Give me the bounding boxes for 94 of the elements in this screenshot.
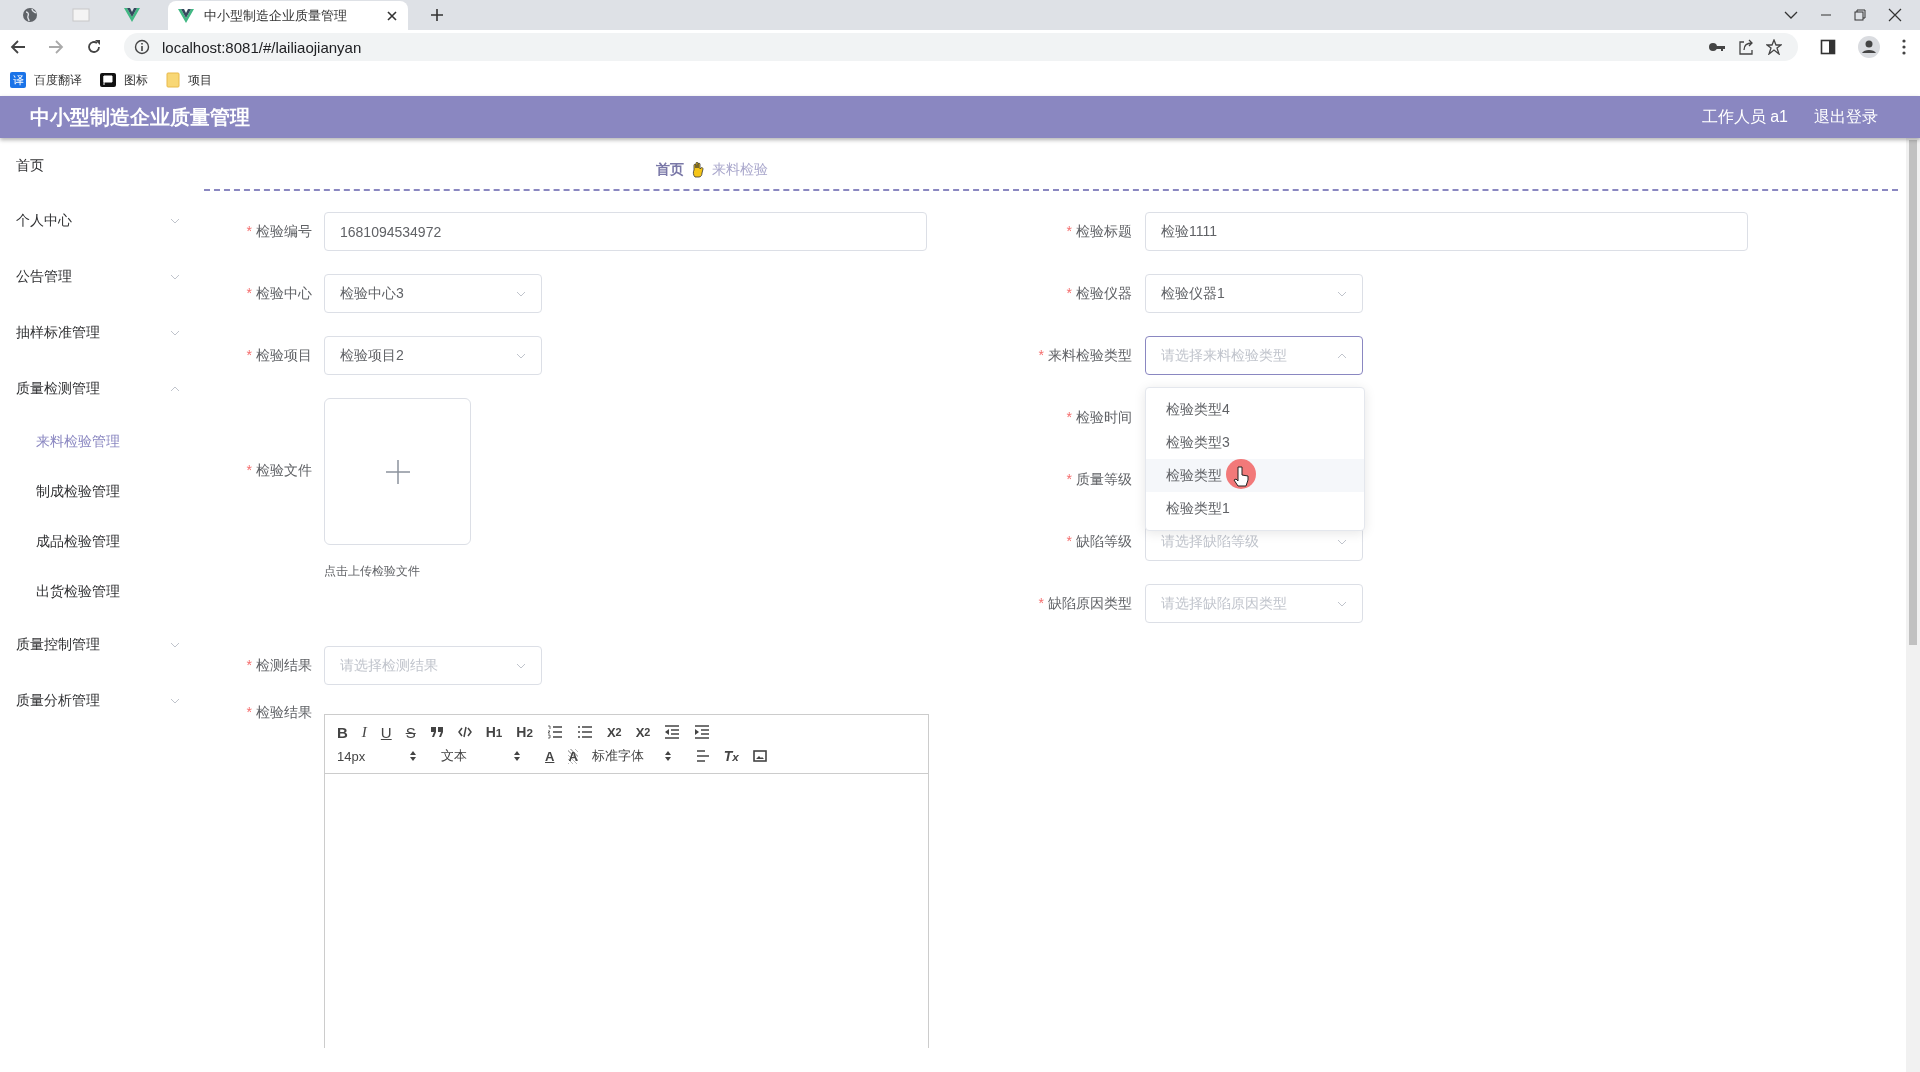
menu-item[interactable]: 质量检测管理 [0, 361, 190, 417]
menu-item[interactable]: 抽样标准管理 [0, 305, 190, 361]
share-icon[interactable] [1738, 39, 1754, 55]
up-down-arrows-icon [513, 750, 521, 762]
menu-item[interactable]: 个人中心 [0, 193, 190, 249]
field-label: * 来料检验类型 [1037, 346, 1132, 365]
submenu-item[interactable]: 来料检验管理 [0, 417, 190, 467]
scrollbar[interactable] [1906, 138, 1920, 1072]
field-label: * 缺陷等级 [1065, 532, 1132, 551]
field-label: * 检验标题 [1065, 222, 1132, 241]
globe-icon[interactable] [22, 7, 38, 23]
chevron-down-icon [516, 290, 526, 297]
quote-icon[interactable] [429, 726, 444, 738]
toolbar-dropdown[interactable]: 标准字体 [591, 747, 672, 765]
field-label: * 检验时间 [1065, 408, 1132, 427]
address-bar[interactable]: localhost:8081/#/lailiaojianyan [124, 33, 1798, 61]
dropdown-option[interactable]: 检验类型1 [1146, 492, 1364, 525]
submenu-item[interactable]: 出货检验管理 [0, 567, 190, 617]
field-label: * 质量等级 [1065, 470, 1132, 489]
chevron-down-icon [516, 662, 526, 669]
folder-icon [166, 72, 180, 88]
menu-item[interactable]: 首页 [0, 155, 190, 193]
reload-icon[interactable] [86, 39, 102, 55]
toolbar-button[interactable]: I [361, 723, 367, 741]
bookmark[interactable]: 图标 [100, 71, 148, 89]
field-label: * 检验仪器 [1065, 284, 1132, 303]
menu-icon[interactable] [1902, 39, 1906, 55]
submenu-item[interactable]: 成品检验管理 [0, 517, 190, 567]
tab-title: 中小型制造企业质量管理 [204, 7, 348, 25]
breadcrumb-link[interactable]: 首页 [656, 161, 684, 179]
toolbar-button[interactable]: S [405, 723, 416, 741]
toolbar-button[interactable]: U [380, 723, 392, 741]
chevron-down-icon [1337, 290, 1347, 297]
restore-icon[interactable] [1854, 9, 1866, 21]
close-icon[interactable] [1888, 8, 1902, 22]
browser-tab[interactable]: 中小型制造企业质量管理 [168, 1, 408, 31]
star-icon[interactable] [1766, 39, 1782, 55]
menu-item[interactable]: 质量分析管理 [0, 673, 190, 729]
chevron-down-icon [516, 352, 526, 359]
menu-item[interactable]: 公告管理 [0, 249, 190, 305]
toolbar-button[interactable]: A [568, 748, 578, 764]
up-down-arrows-icon [663, 750, 672, 762]
chevron-up-icon [1337, 352, 1347, 359]
close-icon[interactable] [386, 10, 398, 22]
bookmark[interactable]: 项目 [166, 71, 212, 89]
dropdown-option[interactable]: 检验类型3 [1146, 426, 1364, 459]
toolbar-button[interactable]: B [337, 723, 348, 741]
bookmark[interactable]: 译 百度翻译 [10, 71, 82, 89]
field-label: * 检验结果 [245, 704, 312, 722]
select-field[interactable]: 检验项目2 [324, 336, 542, 375]
new-tab-icon[interactable] [430, 8, 444, 22]
chevron-down-icon[interactable] [1784, 10, 1798, 20]
field-label: * 检验项目 [245, 346, 312, 365]
dropdown-option[interactable]: 检验类型4 [1146, 393, 1364, 426]
select-field[interactable]: 检验仪器1 [1145, 274, 1363, 313]
submenu-item[interactable]: 制成检验管理 [0, 467, 190, 517]
indent-icon[interactable] [694, 725, 711, 739]
up-down-arrows-icon [409, 750, 417, 762]
flag-icon [100, 73, 116, 87]
side-panel-icon[interactable] [1820, 39, 1836, 55]
align-left-icon[interactable] [695, 750, 710, 762]
breadcrumb-current: 来料检验 [712, 161, 768, 179]
chevron-down-icon [1337, 538, 1347, 545]
toolbar-dropdown[interactable]: 文本 [441, 747, 521, 765]
vue-logo-icon[interactable] [124, 8, 140, 22]
field-label: * 检验编号 [245, 222, 312, 241]
field-label: * 检测结果 [245, 656, 312, 675]
user-name: 工作人员 a1 [1701, 106, 1788, 127]
text-field[interactable]: 1681094534972 [324, 212, 927, 251]
translate-icon: 译 [10, 72, 26, 88]
toolbar-button[interactable]: A [545, 748, 555, 764]
upload-hint: 点击上传检验文件 [324, 563, 421, 580]
dropdown-option[interactable]: 检验类型 [1146, 459, 1364, 492]
field-label: * 检验中心 [245, 284, 312, 303]
plus-icon [385, 459, 410, 484]
code-icon[interactable] [457, 726, 472, 738]
bullet-list-icon[interactable] [576, 725, 593, 739]
image-icon[interactable] [752, 750, 767, 762]
field-label: * 缺陷原因类型 [1037, 594, 1132, 613]
chevron-down-icon [1337, 600, 1347, 607]
back-icon[interactable] [10, 39, 26, 55]
text-field[interactable]: 检验1111 [1145, 212, 1748, 251]
profile-icon[interactable] [1858, 36, 1880, 58]
key-icon[interactable] [1708, 41, 1726, 53]
numbered-list-icon[interactable] [546, 725, 563, 739]
outdent-icon[interactable] [664, 725, 681, 739]
hand-icon [692, 162, 704, 178]
vue-logo-icon [178, 9, 194, 23]
app-title: 中小型制造企业质量管理 [30, 104, 250, 130]
select-field[interactable]: 检验中心3 [324, 274, 542, 313]
toolbar-dropdown[interactable]: 14px [337, 748, 417, 764]
info-icon [134, 39, 150, 55]
field-label: * 检验文件 [245, 462, 312, 480]
menu-item[interactable]: 质量控制管理 [0, 617, 190, 673]
